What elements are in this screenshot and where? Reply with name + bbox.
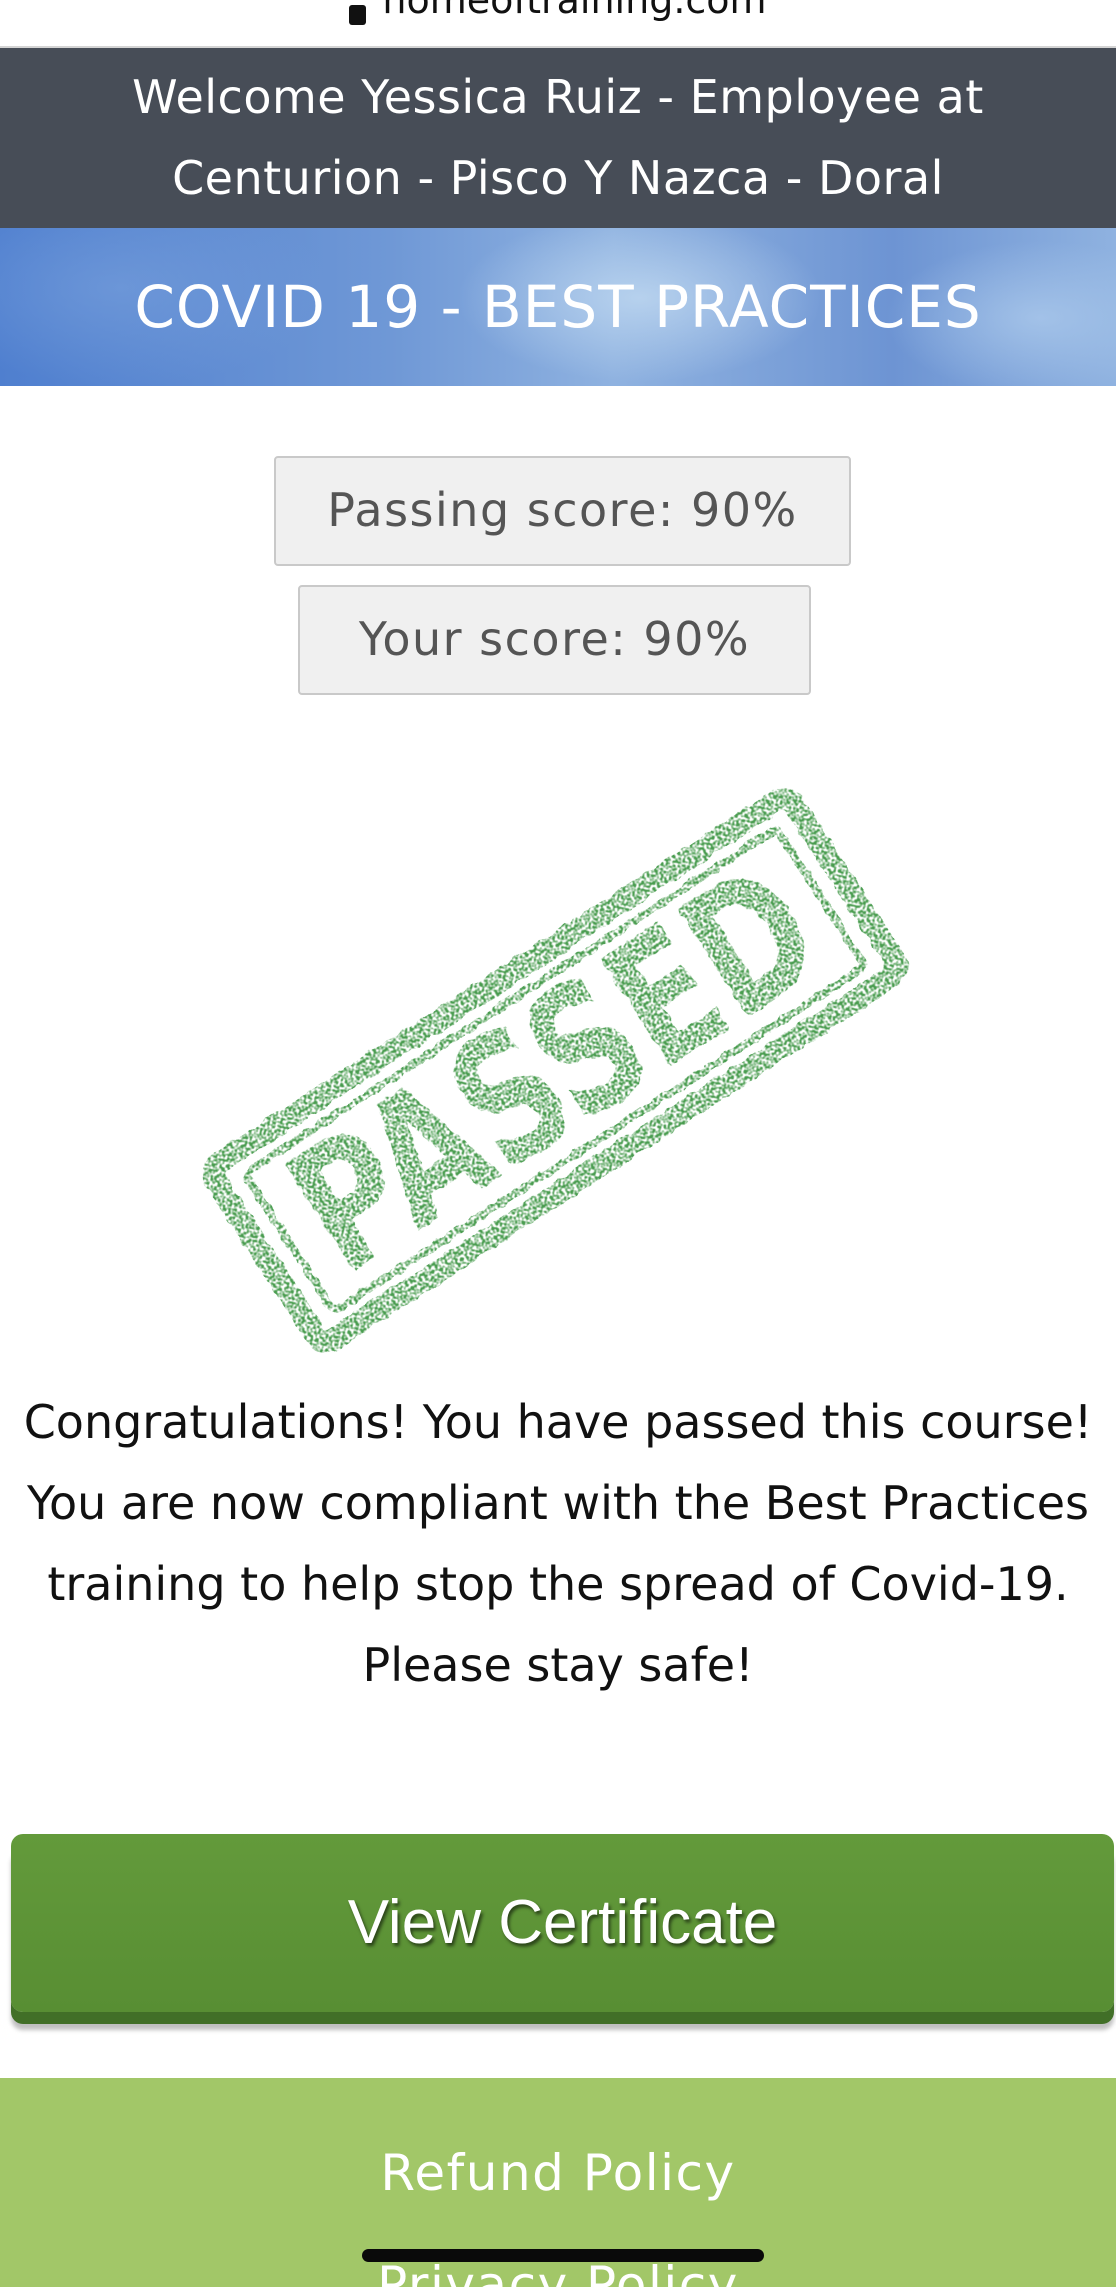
- refund-policy-link[interactable]: Refund Policy: [0, 2144, 1116, 2202]
- address-bar[interactable]: homeoftraining.com: [0, 0, 1116, 48]
- passing-score-badge: Passing score: 90%: [274, 456, 851, 566]
- page: homeoftraining.com Welcome Yessica Ruiz …: [0, 0, 1116, 2287]
- home-indicator[interactable]: [362, 2249, 764, 2262]
- url-text: homeoftraining.com: [382, 0, 767, 22]
- url-display[interactable]: homeoftraining.com: [0, 0, 1116, 25]
- welcome-bar: Welcome Yessica Ruiz - Employee at Centu…: [0, 48, 1116, 228]
- results-banner: COVID 19 - BEST PRACTICES RESULTS: [0, 228, 1116, 499]
- view-certificate-button[interactable]: View Certificate: [11, 1834, 1114, 2012]
- passed-stamp-image: PASSED: [202, 788, 908, 1352]
- lock-icon: [349, 4, 367, 25]
- congratulations-message: Congratulations! You have passed this co…: [23, 1395, 1093, 1692]
- your-score-badge: Your score: 90%: [298, 585, 811, 695]
